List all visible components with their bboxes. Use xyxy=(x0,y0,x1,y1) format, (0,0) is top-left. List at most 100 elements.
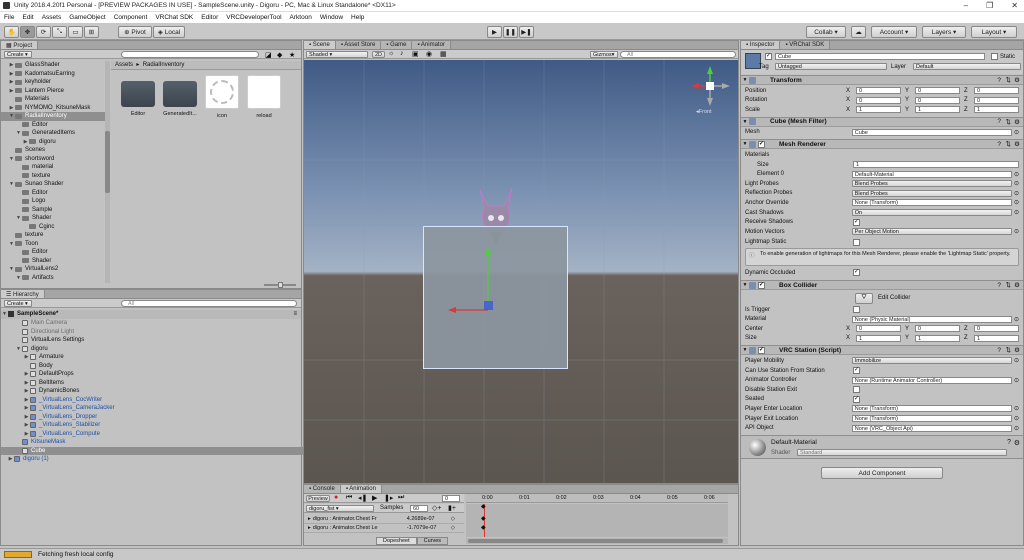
expand-arrow-icon[interactable]: ▼ xyxy=(1,310,8,319)
tab-curves[interactable]: Curves xyxy=(416,537,449,545)
cube-mesh-filter-header[interactable]: ▼ Cube (Mesh Filter)? ⇅ ⚙ xyxy=(741,116,1023,127)
expand-arrow-icon[interactable]: ▶ xyxy=(8,70,15,79)
menu-window[interactable]: Window xyxy=(320,14,343,21)
expand-arrow-icon[interactable]: ▶ xyxy=(8,104,15,113)
first-frame-icon[interactable]: ⏮ xyxy=(346,494,352,502)
timeline-hscrollbar[interactable] xyxy=(466,538,728,544)
seated-checkbox[interactable]: ✓ xyxy=(853,395,860,403)
project-folder-item[interactable]: ▼ shortsword xyxy=(1,155,105,164)
tab-scene[interactable]: ▪ Scene xyxy=(304,41,336,49)
asset-generatedit[interactable]: GeneratedIt... xyxy=(161,75,199,117)
pause-button[interactable]: ❚❚ xyxy=(503,26,518,38)
menu-gameobject[interactable]: GameObject xyxy=(69,14,106,21)
target-icon[interactable]: ⊙ xyxy=(1014,357,1019,364)
dynamic-occluded-checkbox[interactable]: ✓ xyxy=(853,269,860,277)
project-folder-item[interactable]: ▶ GlassShader xyxy=(1,61,105,70)
component-menu-icon[interactable]: ⚙ xyxy=(1014,439,1020,447)
motion-vectors-dropdown[interactable]: Per Object Motion xyxy=(851,228,1012,236)
field-y[interactable]: 1 xyxy=(915,106,960,114)
hierarchy-item[interactable]: ▼ digoru xyxy=(1,345,303,354)
project-tree-scrollbar[interactable] xyxy=(105,61,110,283)
help-icon[interactable]: ? xyxy=(997,141,1001,148)
tab-console[interactable]: ▪ Console xyxy=(304,485,341,493)
project-folder-item[interactable]: Editor xyxy=(1,121,105,130)
clip-dropdown[interactable]: digoru_fist ▾ xyxy=(306,505,374,512)
project-folder-item[interactable]: material xyxy=(1,163,105,172)
receive-shadows-checkbox[interactable]: ✓ xyxy=(853,218,860,226)
hierarchy-item[interactable]: ▶ digoru (1) xyxy=(1,455,303,464)
minimize-icon[interactable]: – xyxy=(964,1,968,10)
gizmos-dropdown[interactable]: Gizmos▾ xyxy=(590,51,618,58)
mesh-renderer-header[interactable]: ▼ ✓ Mesh Renderer? ⇅ ⚙ xyxy=(741,139,1023,150)
preset-icon[interactable]: ⇅ xyxy=(1006,346,1011,354)
active-checkbox[interactable]: ✓ xyxy=(765,53,772,60)
field-x[interactable]: 0 xyxy=(856,87,901,94)
menu-assets[interactable]: Assets xyxy=(42,14,62,21)
field-x[interactable]: 1 xyxy=(856,106,901,114)
hierarchy-item[interactable]: ▶ _VirtualLens_CameraJacker xyxy=(1,404,303,413)
project-folder-item[interactable]: texture xyxy=(1,231,105,240)
target-icon[interactable]: ⊙ xyxy=(1014,209,1019,216)
target-icon[interactable]: ⊙ xyxy=(1014,129,1019,136)
field-z[interactable]: 1 xyxy=(974,106,1019,114)
layer-dropdown[interactable]: Default xyxy=(913,63,1021,70)
filter-label-icon[interactable]: ◆ xyxy=(277,51,282,59)
hierarchy-item[interactable]: ▶ DynamicBones xyxy=(1,387,303,396)
hierarchy-item[interactable]: Cube xyxy=(1,446,303,455)
field-y[interactable]: 0 xyxy=(915,87,960,94)
expand-arrow-icon[interactable]: ▶ xyxy=(23,430,30,439)
static-checkbox[interactable] xyxy=(991,53,998,60)
field-z[interactable]: 0 xyxy=(974,96,1019,104)
project-folder-item[interactable]: ▶ KadomatsuEarring xyxy=(1,70,105,79)
field-y[interactable]: 1 xyxy=(915,334,960,342)
expand-arrow-icon[interactable]: ▼ xyxy=(15,129,22,138)
api-object-field[interactable]: None (VRC_Object Api) xyxy=(851,424,1012,432)
preset-icon[interactable]: ⇅ xyxy=(1006,140,1011,148)
field-z[interactable]: 1 xyxy=(974,334,1019,342)
shader-dropdown[interactable]: Standard xyxy=(797,449,1007,457)
hand-tool-icon[interactable]: ✋ xyxy=(4,26,19,38)
lightmap-static-checkbox[interactable] xyxy=(853,238,860,246)
scene-camera-icon[interactable]: ▦ xyxy=(440,50,447,58)
component-enabled-checkbox[interactable]: ✓ xyxy=(758,346,765,354)
project-folder-item[interactable]: Scenes xyxy=(1,146,105,155)
expand-arrow-icon[interactable]: ▶ xyxy=(23,353,30,362)
component-enabled-checkbox[interactable]: ✓ xyxy=(758,140,765,148)
hierarchy-scene-row[interactable]: ▼ SampleScene* ≡ xyxy=(1,310,301,319)
component-menu-icon[interactable]: ⚙ xyxy=(1014,76,1020,84)
property-value[interactable]: 4.2689e-07 xyxy=(407,516,451,522)
timeline-ruler[interactable]: 0:00 0:01 0:02 0:03 0:04 0:05 0:06 xyxy=(466,494,728,503)
target-icon[interactable]: ⊙ xyxy=(1014,316,1019,323)
step-button[interactable]: ▶❚ xyxy=(519,26,534,38)
property-value[interactable]: -1.7079e-07 xyxy=(407,525,451,531)
next-frame-icon[interactable]: ❚▸ xyxy=(384,494,393,502)
last-frame-icon[interactable]: ⏭ xyxy=(398,494,404,502)
icon-size-slider[interactable] xyxy=(264,282,296,288)
preset-icon[interactable]: ⇅ xyxy=(1006,76,1011,84)
scale-tool-icon[interactable]: ⤡ xyxy=(52,26,67,38)
asset-editor[interactable]: Editor xyxy=(119,75,157,117)
target-icon[interactable]: ⊙ xyxy=(1014,425,1019,432)
lighting-toggle-icon[interactable]: ☼ xyxy=(388,50,394,57)
field-z[interactable]: 0 xyxy=(974,87,1019,94)
tab-game[interactable]: ▪ Game xyxy=(381,41,413,49)
play-anim-icon[interactable]: ▶ xyxy=(372,494,377,502)
menu-file[interactable]: File xyxy=(4,14,14,21)
target-icon[interactable]: ⊙ xyxy=(1014,190,1019,197)
menu-vrcdevelopertool[interactable]: VRCDeveloperTool xyxy=(226,14,281,21)
help-icon[interactable]: ? xyxy=(1007,439,1011,446)
player-exit-location-field[interactable]: None (Transform) xyxy=(851,415,1012,422)
animated-property-row[interactable]: ▸ digoru : Animator.Chest Le -1.7079e-07 ◇ xyxy=(304,524,464,533)
project-folder-item[interactable]: ▼ VirtualLens2 xyxy=(1,265,105,274)
expand-arrow-icon[interactable]: ▶ xyxy=(23,379,30,388)
rotate-tool-icon[interactable]: ⟳ xyxy=(36,26,51,38)
help-icon[interactable]: ? xyxy=(997,77,1001,84)
tab-inspector[interactable]: ▪ Inspector xyxy=(741,41,781,49)
project-folder-item[interactable]: ▼ Shader xyxy=(1,214,105,223)
foldout-arrow-icon[interactable]: ▼ xyxy=(741,347,749,353)
preset-icon[interactable]: ⇅ xyxy=(1006,281,1011,289)
expand-arrow-icon[interactable]: ▶ xyxy=(8,61,15,70)
timeline-area[interactable]: ◆ ◆ ◆ xyxy=(466,504,728,537)
transform-tool-icon[interactable]: ⊞ xyxy=(84,26,99,38)
hierarchy-item[interactable]: ▶ _VirtualLens_Stabilizer xyxy=(1,421,303,430)
